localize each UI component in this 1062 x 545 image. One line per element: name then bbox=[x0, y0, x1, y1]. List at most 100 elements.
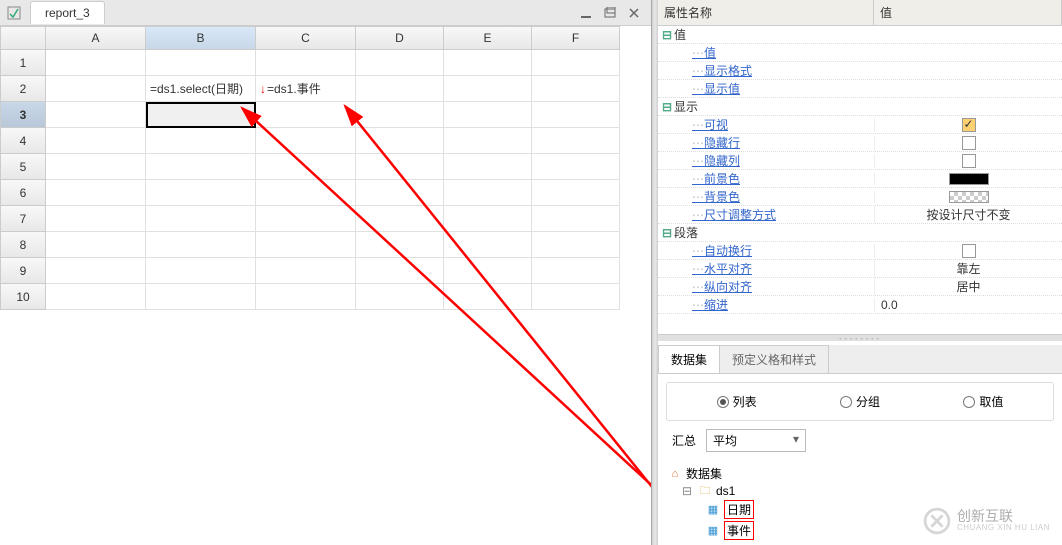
cell-E8[interactable] bbox=[444, 232, 532, 258]
tree-ds1[interactable]: ⊟ 🗀 ds1 bbox=[668, 483, 1052, 499]
cell-B4[interactable] bbox=[146, 128, 256, 154]
cell-C5[interactable] bbox=[256, 154, 356, 180]
cell-E2[interactable] bbox=[444, 76, 532, 102]
prop-value[interactable] bbox=[874, 191, 1062, 203]
radio-list[interactable]: 列表 bbox=[717, 393, 757, 410]
col-header-C[interactable]: C bbox=[256, 26, 356, 50]
checkbox-icon[interactable] bbox=[962, 118, 976, 132]
collapse-icon[interactable]: ⊟ bbox=[682, 484, 694, 498]
row-header-9[interactable]: 9 bbox=[0, 258, 46, 284]
prop-row[interactable]: ⊟值 bbox=[658, 26, 1062, 44]
cell-F8[interactable] bbox=[532, 232, 620, 258]
prop-row[interactable]: ⋯ 缩进0.0 bbox=[658, 296, 1062, 314]
row-header-1[interactable]: 1 bbox=[0, 50, 46, 76]
cell-C1[interactable] bbox=[256, 50, 356, 76]
prop-row[interactable]: ⋯ 尺寸调整方式按设计尺寸不变 bbox=[658, 206, 1062, 224]
prop-row[interactable]: ⋯ 可视 bbox=[658, 116, 1062, 134]
cell-B7[interactable] bbox=[146, 206, 256, 232]
cell-D4[interactable] bbox=[356, 128, 444, 154]
cell-D8[interactable] bbox=[356, 232, 444, 258]
tab-dataset[interactable]: 数据集 bbox=[658, 345, 720, 373]
cell-C9[interactable] bbox=[256, 258, 356, 284]
prop-row[interactable]: ⋯ 水平对齐靠左 bbox=[658, 260, 1062, 278]
cell-C2[interactable]: ↓=ds1.事件 bbox=[256, 76, 356, 102]
cell-A1[interactable] bbox=[46, 50, 146, 76]
cell-B6[interactable] bbox=[146, 180, 256, 206]
cell-D9[interactable] bbox=[356, 258, 444, 284]
cell-C6[interactable] bbox=[256, 180, 356, 206]
cell-E3[interactable] bbox=[444, 102, 532, 128]
cell-F7[interactable] bbox=[532, 206, 620, 232]
close-icon[interactable] bbox=[627, 6, 641, 20]
color-swatch[interactable] bbox=[949, 173, 989, 185]
prop-row[interactable]: ⋯ 自动换行 bbox=[658, 242, 1062, 260]
cell-F3[interactable] bbox=[532, 102, 620, 128]
row-header-4[interactable]: 4 bbox=[0, 128, 46, 154]
prop-row[interactable]: ⋯ 隐藏行 bbox=[658, 134, 1062, 152]
col-header-A[interactable]: A bbox=[46, 26, 146, 50]
col-header-E[interactable]: E bbox=[444, 26, 532, 50]
cell-D2[interactable] bbox=[356, 76, 444, 102]
cell-E4[interactable] bbox=[444, 128, 532, 154]
cell-D1[interactable] bbox=[356, 50, 444, 76]
cell-A4[interactable] bbox=[46, 128, 146, 154]
cell-A9[interactable] bbox=[46, 258, 146, 284]
cell-E5[interactable] bbox=[444, 154, 532, 180]
summary-select[interactable]: 平均 bbox=[706, 429, 806, 452]
prop-value[interactable] bbox=[874, 244, 1062, 258]
minimize-icon[interactable] bbox=[579, 6, 593, 20]
prop-row[interactable]: ⋯ 显示值 bbox=[658, 80, 1062, 98]
cell-F6[interactable] bbox=[532, 180, 620, 206]
cell-A3[interactable] bbox=[46, 102, 146, 128]
cell-D3[interactable] bbox=[356, 102, 444, 128]
document-tab[interactable]: report_3 bbox=[30, 1, 105, 24]
prop-value[interactable]: 靠左 bbox=[874, 260, 1062, 277]
cell-F10[interactable] bbox=[532, 284, 620, 310]
radio-group[interactable]: 分组 bbox=[840, 393, 880, 410]
prop-row[interactable]: ⋯ 背景色 bbox=[658, 188, 1062, 206]
cell-E9[interactable] bbox=[444, 258, 532, 284]
cells-area[interactable]: =ds1.select(日期)↓=ds1.事件 bbox=[46, 50, 651, 545]
tree-root[interactable]: ⌂ 数据集 bbox=[668, 464, 1052, 483]
select-all-corner[interactable] bbox=[0, 26, 46, 50]
cell-B9[interactable] bbox=[146, 258, 256, 284]
cell-D7[interactable] bbox=[356, 206, 444, 232]
cell-B10[interactable] bbox=[146, 284, 256, 310]
prop-value[interactable] bbox=[874, 173, 1062, 185]
cell-A10[interactable] bbox=[46, 284, 146, 310]
collapse-icon[interactable]: ⊟ bbox=[660, 226, 674, 240]
prop-value[interactable]: 按设计尺寸不变 bbox=[874, 206, 1062, 223]
row-header-8[interactable]: 8 bbox=[0, 232, 46, 258]
properties-body[interactable]: ⊟值⋯ 值⋯ 显示格式⋯ 显示值⊟显示⋯ 可视⋯ 隐藏行⋯ 隐藏列⋯ 前景色⋯ … bbox=[658, 26, 1062, 335]
cell-C3[interactable] bbox=[256, 102, 356, 128]
cell-E1[interactable] bbox=[444, 50, 532, 76]
prop-row[interactable]: ⋯ 值 bbox=[658, 44, 1062, 62]
prop-value[interactable] bbox=[874, 154, 1062, 168]
prop-value[interactable]: 居中 bbox=[874, 278, 1062, 295]
row-header-5[interactable]: 5 bbox=[0, 154, 46, 180]
prop-row[interactable]: ⊟段落 bbox=[658, 224, 1062, 242]
cell-B2[interactable]: =ds1.select(日期) bbox=[146, 76, 256, 102]
cell-A8[interactable] bbox=[46, 232, 146, 258]
cell-D5[interactable] bbox=[356, 154, 444, 180]
cell-F4[interactable] bbox=[532, 128, 620, 154]
prop-row[interactable]: ⋯ 隐藏列 bbox=[658, 152, 1062, 170]
cell-F5[interactable] bbox=[532, 154, 620, 180]
checkbox-icon[interactable] bbox=[962, 244, 976, 258]
cell-D6[interactable] bbox=[356, 180, 444, 206]
cell-D10[interactable] bbox=[356, 284, 444, 310]
tab-predefined[interactable]: 预定义格和样式 bbox=[719, 345, 829, 373]
row-header-7[interactable]: 7 bbox=[0, 206, 46, 232]
checkbox-icon[interactable] bbox=[962, 136, 976, 150]
prop-row[interactable]: ⋯ 纵向对齐居中 bbox=[658, 278, 1062, 296]
cell-A7[interactable] bbox=[46, 206, 146, 232]
collapse-icon[interactable]: ⊟ bbox=[660, 28, 674, 42]
grip-handle[interactable]: ∙∙∙∙∙∙∙∙ bbox=[658, 335, 1062, 341]
col-header-F[interactable]: F bbox=[532, 26, 620, 50]
row-header-6[interactable]: 6 bbox=[0, 180, 46, 206]
checkbox-icon[interactable] bbox=[962, 154, 976, 168]
cell-A2[interactable] bbox=[46, 76, 146, 102]
cell-B1[interactable] bbox=[146, 50, 256, 76]
cell-E7[interactable] bbox=[444, 206, 532, 232]
cell-A6[interactable] bbox=[46, 180, 146, 206]
